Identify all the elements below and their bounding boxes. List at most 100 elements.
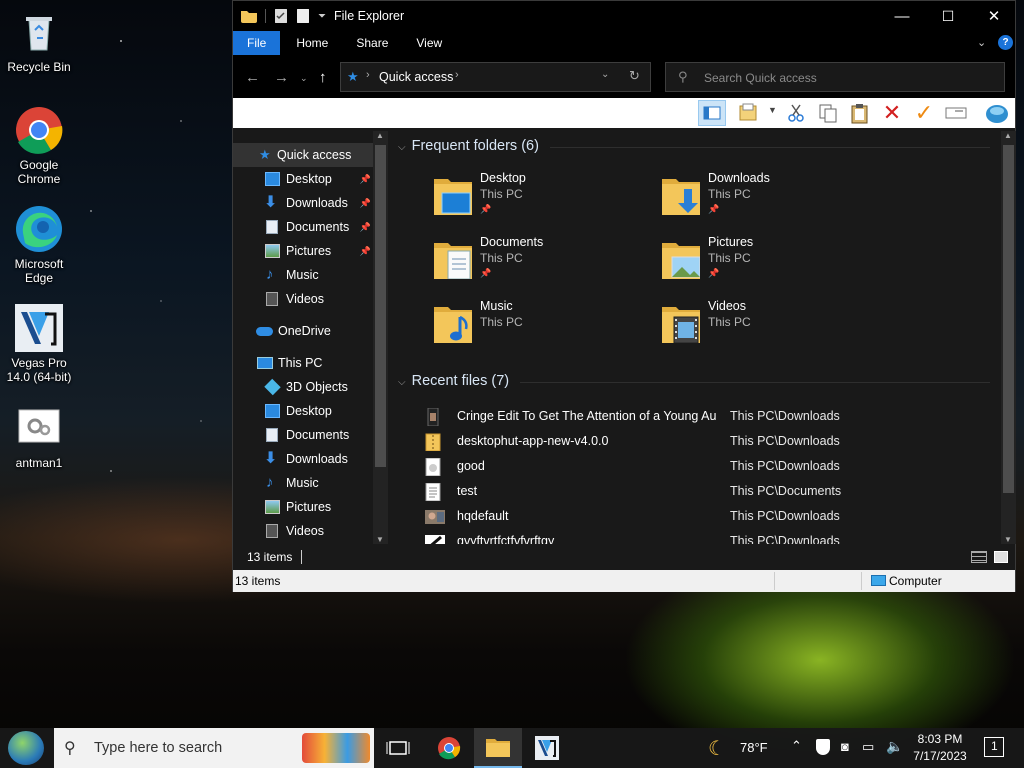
recent-file-row[interactable]: test This PC\Documents — [425, 479, 995, 504]
frequent-folders-header[interactable]: ⌵ Frequent folders (6) — [398, 138, 539, 154]
dropdown-arrow-icon[interactable]: ▼ — [768, 105, 777, 115]
network-icon[interactable]: ▭ — [862, 739, 874, 755]
refresh-icon[interactable]: ↻ — [629, 68, 640, 84]
preview-pane-icon[interactable] — [698, 100, 726, 126]
divider — [861, 572, 862, 590]
breadcrumb-chevron-icon[interactable]: › — [455, 69, 459, 81]
status-bar: 13 items — [233, 544, 1015, 570]
desktop-icon-antman1[interactable]: antman1 — [1, 404, 77, 470]
properties-icon[interactable] — [737, 102, 759, 124]
taskbar-search-box[interactable]: ⚲ Type here to search — [54, 728, 374, 768]
paste-icon[interactable] — [849, 102, 871, 124]
nav-quick-downloads[interactable]: ⬇ Downloads 📌 — [233, 191, 373, 215]
select-all-icon[interactable]: ✓ — [913, 102, 935, 124]
delete-icon[interactable]: ✕ — [881, 102, 903, 124]
nav-quick-desktop[interactable]: Desktop 📌 — [233, 167, 373, 191]
rename-icon[interactable] — [945, 102, 967, 124]
copy-icon[interactable] — [817, 102, 839, 124]
folder-tile-downloads[interactable]: Downloads This PC 📌 — [662, 171, 882, 231]
desktop-icon-edge[interactable]: Microsoft Edge — [1, 205, 77, 285]
nav-scrollbar-thumb[interactable] — [375, 145, 386, 467]
nav-quick-videos[interactable]: Videos — [233, 287, 373, 311]
ribbon-tabs: File Home Share View ⌄ ? — [233, 31, 1015, 55]
show-hidden-icons-icon[interactable]: ⌃ — [791, 738, 802, 754]
details-view-icon[interactable] — [971, 551, 987, 563]
nav-label: OneDrive — [278, 324, 331, 338]
nav-pc-documents[interactable]: Documents — [233, 423, 373, 447]
task-view-icon[interactable] — [386, 736, 410, 760]
nav-quick-documents[interactable]: Documents 📌 — [233, 215, 373, 239]
recent-file-row[interactable]: good This PC\Downloads — [425, 454, 995, 479]
expand-ribbon-icon[interactable]: ⌄ — [977, 36, 986, 49]
search-highlight-icon — [302, 733, 370, 763]
divider — [774, 572, 775, 590]
recent-file-row[interactable]: desktophut-app-new-v4.0.0 This PC\Downlo… — [425, 429, 995, 454]
content-scrollbar-thumb[interactable] — [1003, 145, 1014, 493]
file-explorer-taskbar-button[interactable] — [474, 728, 522, 768]
nav-pc-3d-objects[interactable]: 3D Objects — [233, 375, 373, 399]
nav-this-pc[interactable]: This PC — [233, 351, 373, 375]
large-icons-view-icon[interactable] — [994, 551, 1008, 563]
new-folder-icon[interactable] — [296, 9, 310, 23]
nav-onedrive[interactable]: OneDrive — [233, 319, 373, 343]
recent-file-name: Cringe Edit To Get The Attention of a Yo… — [457, 409, 717, 423]
nav-pc-music[interactable]: ♪ Music — [233, 471, 373, 495]
camera-icon[interactable]: ◙ — [841, 739, 849, 754]
customize-quick-access-icon[interactable]: ⏷ — [318, 11, 326, 22]
weather-temperature[interactable]: 78°F — [740, 740, 768, 755]
recent-file-name: test — [457, 484, 478, 498]
tab-file[interactable]: File — [233, 31, 281, 55]
folder-tile-pictures[interactable]: Pictures This PC 📌 — [662, 235, 882, 295]
forward-button[interactable]: → — [274, 69, 289, 86]
notifications-icon[interactable]: 1 — [984, 737, 1004, 757]
properties-icon[interactable] — [274, 9, 288, 23]
tab-share[interactable]: Share — [342, 31, 402, 55]
nav-pc-downloads[interactable]: ⬇ Downloads — [233, 447, 373, 471]
folder-tile-videos[interactable]: Videos This PC — [662, 299, 882, 359]
recent-file-row[interactable]: gvyftvrtfctfvfvrftgy This PC\Downloads — [425, 529, 995, 544]
folder-tile-desktop[interactable]: Desktop This PC 📌 — [434, 171, 654, 231]
search-box[interactable]: ⚲ Search Quick access — [665, 62, 1005, 92]
desktop-icon-recycle-bin[interactable]: Recycle Bin — [1, 8, 77, 74]
address-bar[interactable]: ★ › Quick access › ⌄ ↻ — [340, 62, 651, 92]
tab-view[interactable]: View — [402, 31, 456, 55]
address-dropdown-icon[interactable]: ⌄ — [601, 69, 609, 80]
recent-locations-icon[interactable]: ⌄ — [300, 73, 308, 84]
chrome-icon[interactable] — [437, 736, 461, 760]
back-button[interactable]: ← — [245, 69, 260, 86]
maximize-button[interactable]: ☐ — [925, 1, 971, 31]
nav-quick-access[interactable]: ★ Quick access — [233, 143, 373, 167]
tab-home[interactable]: Home — [280, 31, 342, 55]
close-button[interactable]: ✕ — [971, 1, 1017, 31]
nav-quick-music[interactable]: ♪ Music — [233, 263, 373, 287]
help-icon[interactable]: ? — [998, 35, 1013, 50]
desktop-icon-chrome[interactable]: Google Chrome — [1, 106, 77, 186]
clock-date[interactable]: 7/17/2023 — [910, 749, 970, 763]
nav-pc-videos[interactable]: Videos — [233, 519, 373, 543]
nav-pc-desktop[interactable]: Desktop — [233, 399, 373, 423]
divider — [301, 550, 302, 564]
minimize-button[interactable]: — — [879, 1, 925, 31]
desktop-icon-vegas-pro[interactable]: Vegas Pro 14.0 (64-bit) — [1, 304, 77, 384]
recent-file-row[interactable]: Cringe Edit To Get The Attention of a Yo… — [425, 404, 995, 429]
start-button[interactable] — [8, 731, 44, 765]
volume-muted-icon[interactable]: 🔈 — [886, 738, 903, 755]
nav-scrollbar[interactable]: ▲ ▼ — [373, 131, 388, 544]
content-scrollbar[interactable]: ▲ ▼ — [1001, 131, 1016, 544]
desktop-icon — [265, 404, 280, 418]
recent-file-row[interactable]: hqdefault This PC\Downloads — [425, 504, 995, 529]
clock-time[interactable]: 8:03 PM — [914, 732, 966, 746]
vegas-pro-icon — [15, 304, 63, 352]
nav-pc-pictures[interactable]: Pictures — [233, 495, 373, 519]
nav-quick-pictures[interactable]: Pictures 📌 — [233, 239, 373, 263]
folder-tile-documents[interactable]: Documents This PC 📌 — [434, 235, 654, 295]
folder-tile-music[interactable]: Music This PC — [434, 299, 654, 359]
up-button[interactable]: ↑ — [319, 69, 327, 86]
recent-files-header[interactable]: ⌵ Recent files (7) — [398, 373, 509, 389]
weather-moon-icon[interactable]: ☾ — [708, 736, 726, 761]
vegas-pro-icon[interactable] — [535, 736, 559, 760]
network-icon[interactable] — [985, 102, 1008, 124]
security-shield-icon[interactable] — [816, 739, 830, 755]
cut-icon[interactable] — [785, 102, 807, 124]
breadcrumb-quick-access[interactable]: Quick access — [379, 70, 453, 84]
